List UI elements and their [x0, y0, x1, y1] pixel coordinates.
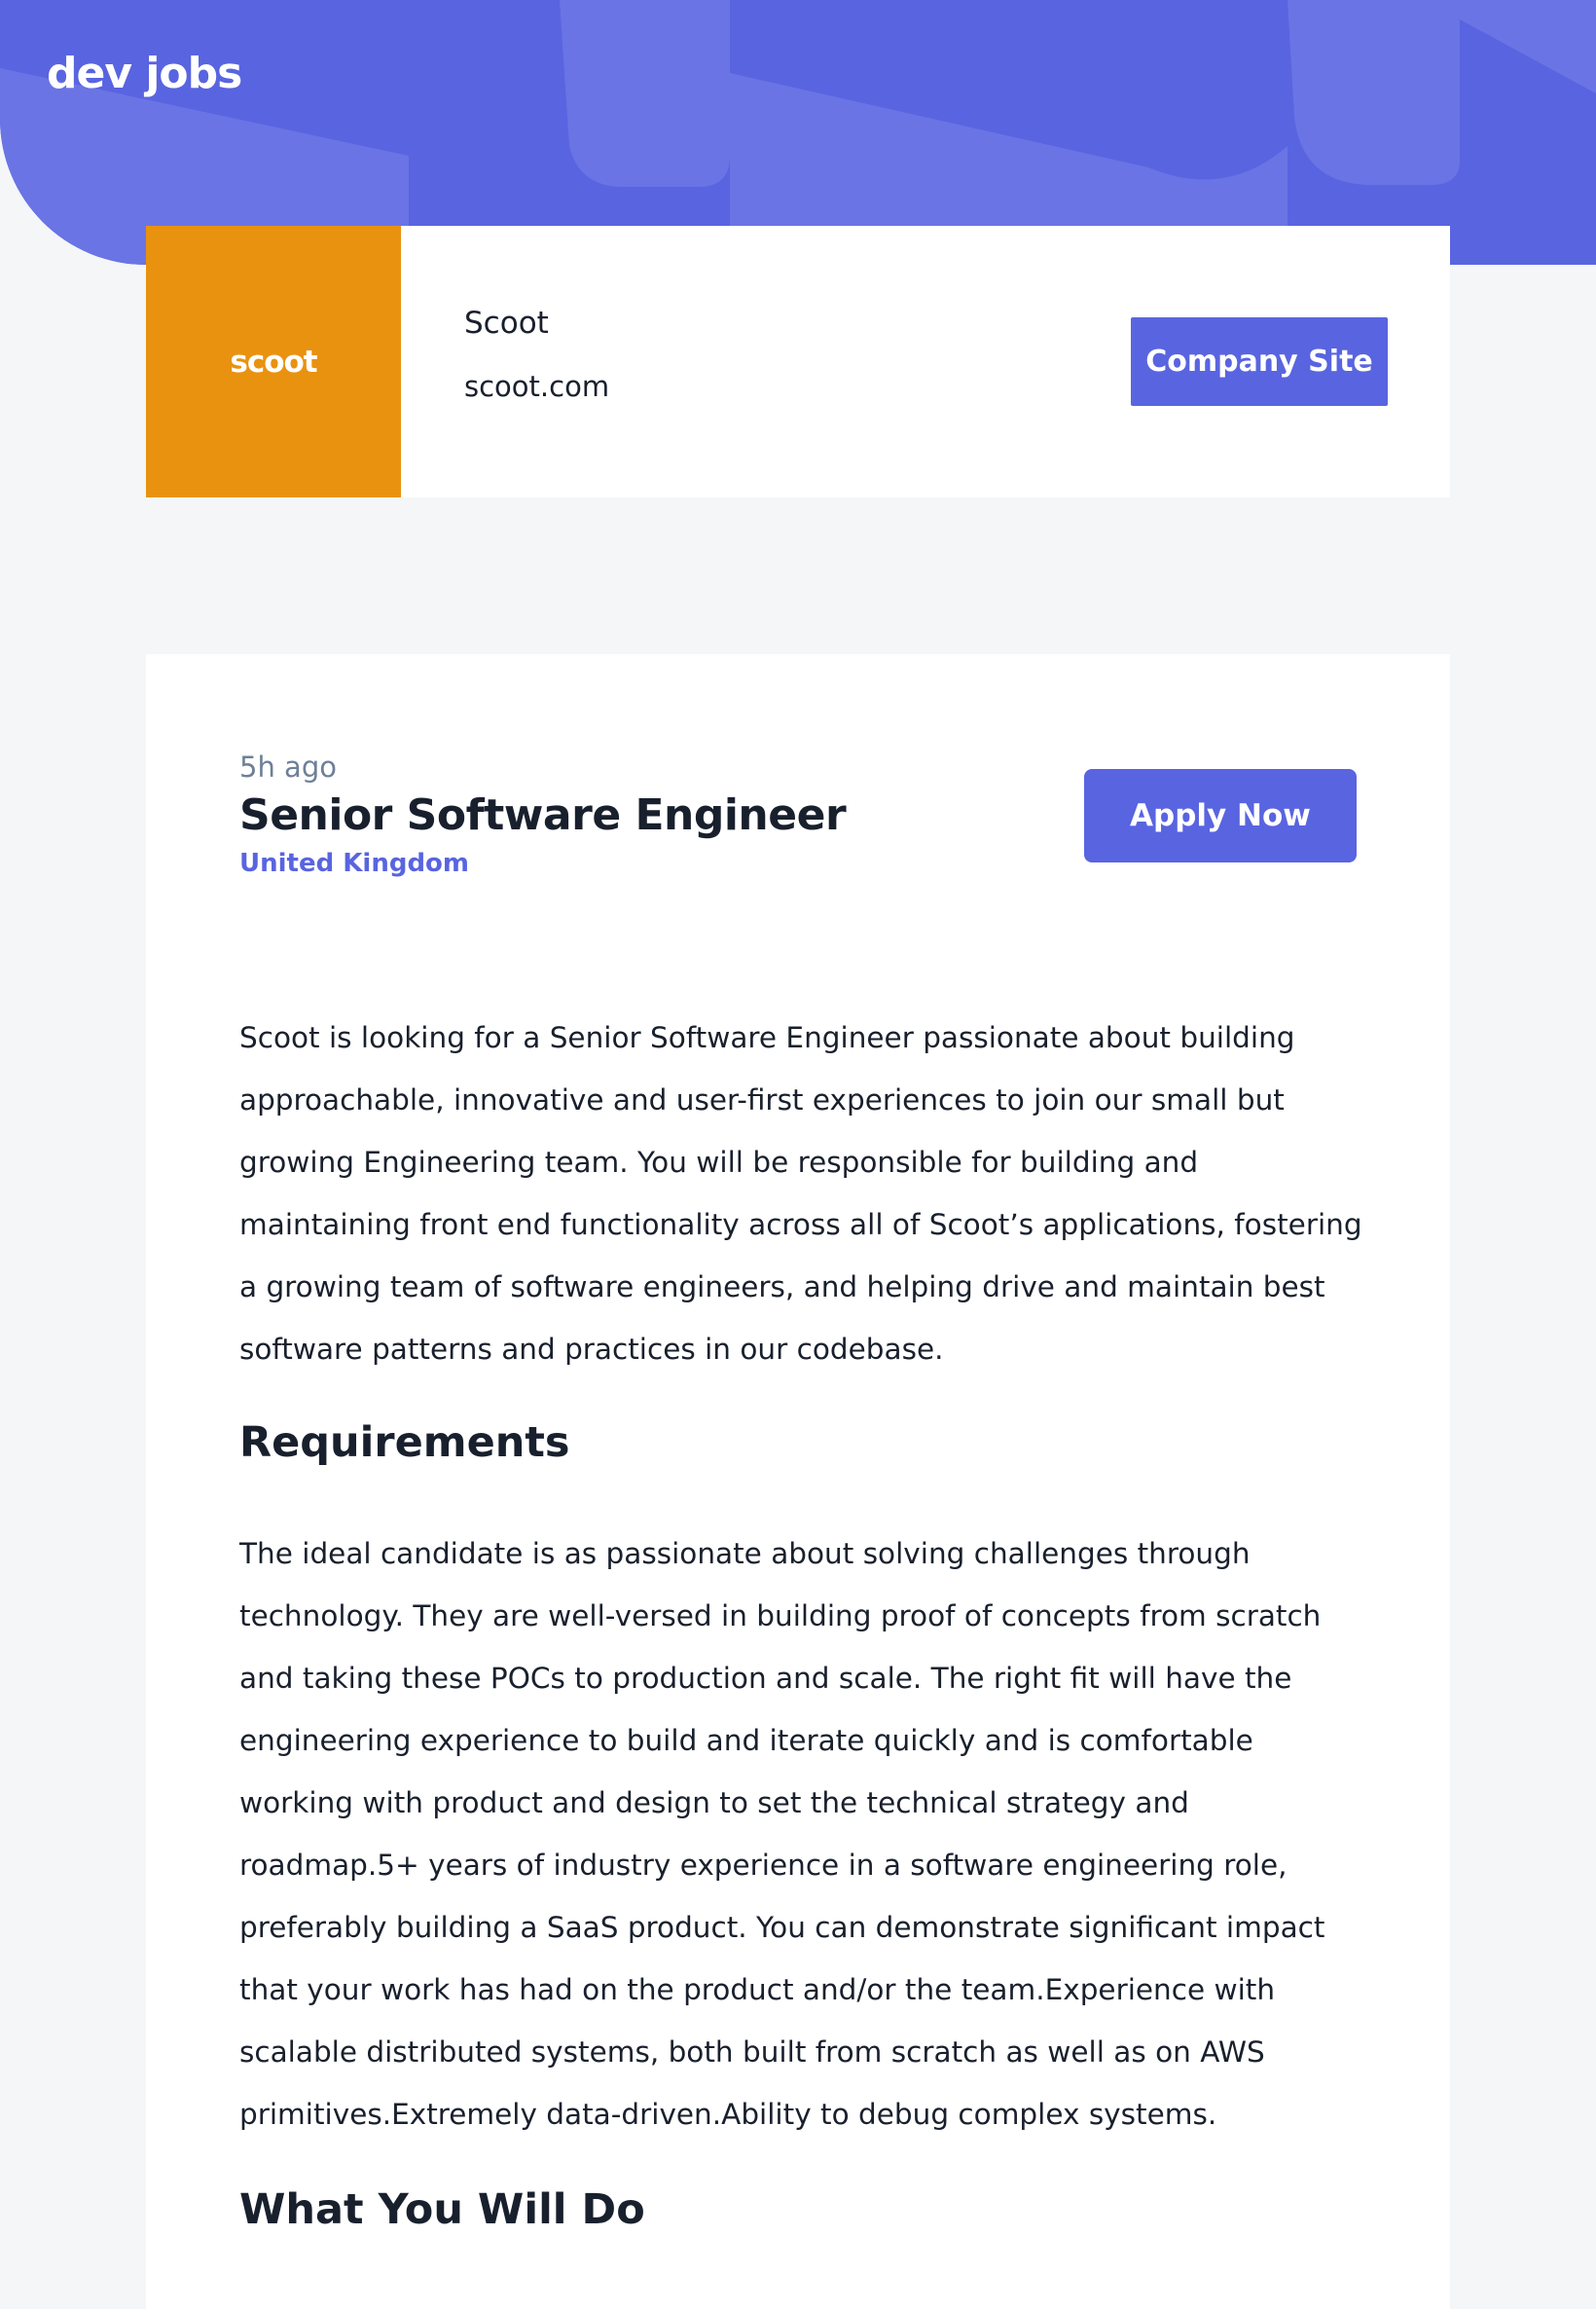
site-logo[interactable]: dev jobs	[47, 49, 242, 98]
requirements-text: The ideal candidate is as passionate abo…	[239, 1537, 1325, 2131]
job-content: Scoot is looking for a Senior Software E…	[239, 1007, 1368, 2237]
apply-now-button[interactable]: Apply Now	[1084, 769, 1357, 862]
company-info: Scoot scoot.com	[464, 306, 609, 403]
what-you-will-do-heading: What You Will Do	[239, 2185, 645, 2234]
job-description: Scoot is looking for a Senior Software E…	[239, 1021, 1362, 1366]
company-site-button[interactable]: Company Site	[1131, 317, 1388, 406]
company-logo: scoot	[146, 226, 401, 497]
company-url: scoot.com	[464, 370, 610, 403]
job-details-card: 5h ago Senior Software Engineer United K…	[146, 654, 1450, 2309]
requirements-heading: Requirements	[239, 1418, 570, 1467]
company-logo-text: scoot	[230, 344, 317, 380]
company-card: scoot Scoot scoot.com Company Site	[146, 226, 1450, 497]
company-name: Scoot	[464, 306, 549, 341]
